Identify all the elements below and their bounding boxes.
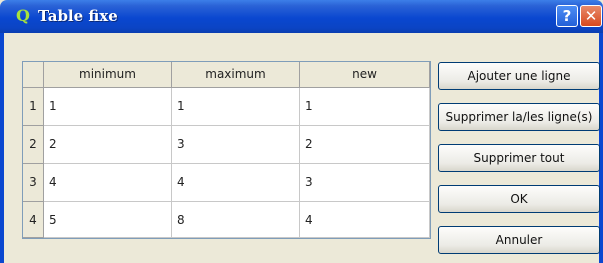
- window-frame-left: [0, 33, 4, 263]
- table-cell[interactable]: 8: [172, 202, 300, 238]
- column-header-maximum[interactable]: maximum: [172, 62, 300, 88]
- help-icon: ?: [562, 7, 572, 25]
- column-header-minimum[interactable]: minimum: [44, 62, 172, 88]
- qgis-icon: Q: [16, 6, 30, 25]
- close-button[interactable]: ✕: [580, 5, 602, 27]
- table-cell[interactable]: 1: [300, 88, 430, 126]
- row-header-1[interactable]: 1: [23, 88, 44, 126]
- values-table[interactable]: minimum maximum new 1 1 1 1 2 2 3 2 3 4 …: [22, 61, 431, 239]
- table-cell[interactable]: 4: [300, 202, 430, 238]
- table-cell[interactable]: 2: [44, 126, 172, 164]
- close-icon: ✕: [584, 7, 598, 25]
- window-title: Table fixe: [38, 7, 118, 25]
- table-cell[interactable]: 4: [172, 164, 300, 202]
- table-cell[interactable]: 1: [44, 88, 172, 126]
- row-header-4[interactable]: 4: [23, 202, 44, 238]
- row-header-3[interactable]: 3: [23, 164, 44, 202]
- table-cell[interactable]: 3: [172, 126, 300, 164]
- table-cell[interactable]: 4: [44, 164, 172, 202]
- row-header-2[interactable]: 2: [23, 126, 44, 164]
- delete-all-button[interactable]: Supprimer tout: [438, 144, 600, 172]
- cancel-button[interactable]: Annuler: [438, 226, 600, 254]
- table-cell[interactable]: 1: [172, 88, 300, 126]
- ok-button[interactable]: OK: [438, 185, 600, 213]
- title-bar[interactable]: Q Table fixe ? ✕: [0, 0, 603, 33]
- table-cell[interactable]: 3: [300, 164, 430, 202]
- column-header-new[interactable]: new: [300, 62, 430, 88]
- table-cell[interactable]: 2: [300, 126, 430, 164]
- add-row-button[interactable]: Ajouter une ligne: [438, 62, 600, 90]
- dialog-window: Q Table fixe ? ✕ minimum maximum new 1 1…: [0, 0, 603, 263]
- help-button[interactable]: ?: [556, 5, 578, 27]
- delete-rows-button[interactable]: Supprimer la/les ligne(s): [438, 103, 600, 131]
- table-cell[interactable]: 5: [44, 202, 172, 238]
- table-corner[interactable]: [23, 62, 44, 88]
